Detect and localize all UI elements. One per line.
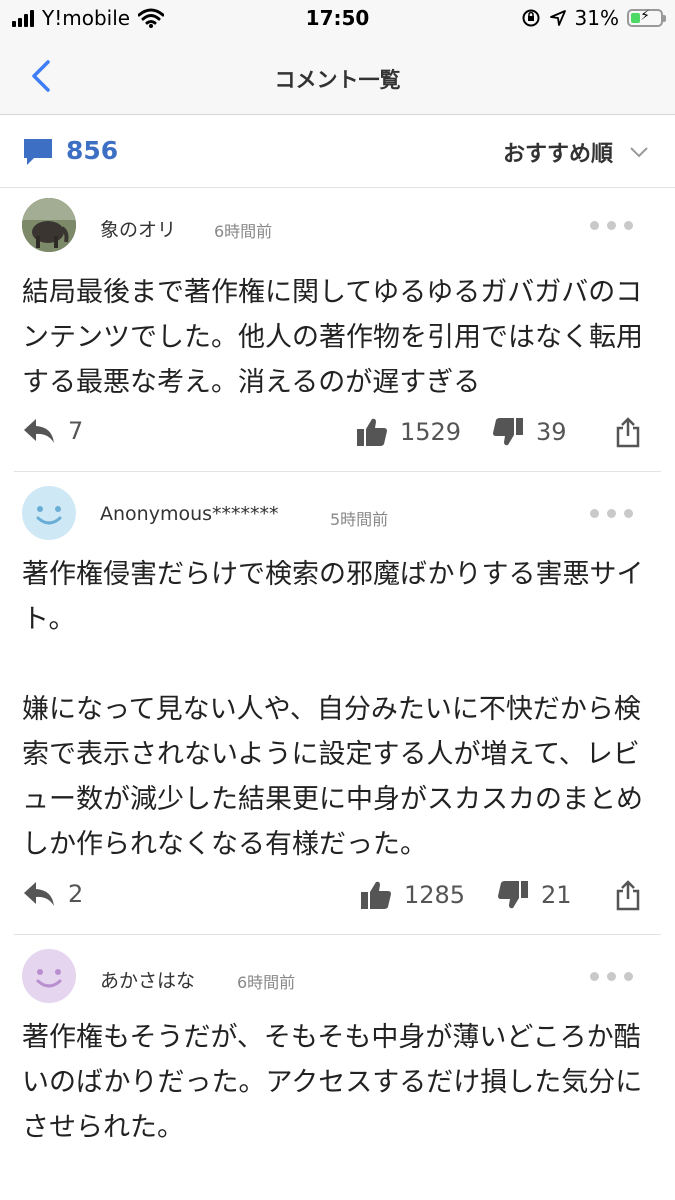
share-icon [616,880,640,911]
comment-username[interactable]: Anonymous******* [100,503,279,525]
thumbs-down-icon [493,418,523,446]
nav-bar: コメント一覧 [0,38,675,115]
dislike-button[interactable]: 21 [497,880,572,910]
comment-item: あかさはな 6時間前 著作権もそうだが、そもそも中身が薄いどころか酷いのばかりだ… [0,935,675,1200]
comment-body: 著作権もそうだが、そもそも中身が薄いどころか酷いのばかりだった。アクセスするだけ… [22,1022,643,1143]
like-button[interactable]: 1285 [360,880,465,910]
battery-percent: 31% [574,6,619,30]
like-count: 1529 [400,418,462,446]
comment-body: 著作権侵害だらけで検索の邪魔ばかりする害悪サイト。 嫌になって見ない人や、自分み… [22,559,644,860]
chevron-down-icon [630,147,648,158]
sort-label: おすすめ順 [502,142,613,167]
status-bar: Y!mobile 17:50 31% ⚡ [0,0,675,38]
reply-icon [24,419,54,443]
battery-icon: ⚡ [627,8,666,27]
comment-username[interactable]: 象のオリ [100,215,176,242]
comment-count: 856 [66,136,119,165]
reply-count: 2 [68,880,84,908]
orientation-lock-icon [522,9,540,27]
share-button[interactable] [615,879,641,911]
dislike-count: 21 [541,881,572,909]
comment-item: Anonymous******* 5時間前 著作権侵害だらけで検索の邪魔ばかりす… [0,472,675,934]
smiley-face-icon [36,969,62,988]
comment-timestamp: 5時間前 [330,510,389,529]
comment-summary: 856 おすすめ順 [0,115,675,188]
more-options-button[interactable] [590,221,633,230]
location-icon [549,10,566,26]
avatar[interactable] [22,486,76,540]
like-count: 1285 [404,881,466,909]
thumbs-up-icon [361,881,391,909]
reply-button[interactable]: 7 [22,417,83,445]
sort-dropdown[interactable]: おすすめ順 [503,136,649,168]
comment-timestamp: 6時間前 [237,973,296,992]
thumbs-up-icon [357,418,387,446]
charging-icon: ⚡ [640,8,650,24]
page-title: コメント一覧 [274,68,401,92]
share-button[interactable] [615,416,641,448]
like-button[interactable]: 1529 [356,417,461,447]
reply-icon [24,882,54,906]
comment-item: 象のオリ 6時間前 結局最後まで著作権に関してゆるゆるガバガバのコンテンツでした… [0,188,675,471]
reply-button[interactable]: 2 [22,880,83,908]
avatar[interactable] [22,198,76,252]
comment-body: 結局最後まで著作権に関してゆるゆるガバガバのコンテンツでした。他人の著作物を引用… [22,277,643,398]
more-options-button[interactable] [590,509,633,518]
comment-timestamp: 6時間前 [214,222,273,241]
status-right: 31% ⚡ [521,6,666,30]
dislike-count: 39 [536,418,567,446]
thumbs-down-icon [498,881,528,909]
avatar[interactable] [22,949,76,1003]
more-options-button[interactable] [590,972,633,981]
reply-count: 7 [68,417,84,445]
comment-icon [24,139,52,165]
dislike-button[interactable]: 39 [492,417,567,447]
user-photo [22,198,76,252]
share-icon [616,417,640,448]
smiley-face-icon [36,506,62,525]
comment-username[interactable]: あかさはな [100,966,195,993]
